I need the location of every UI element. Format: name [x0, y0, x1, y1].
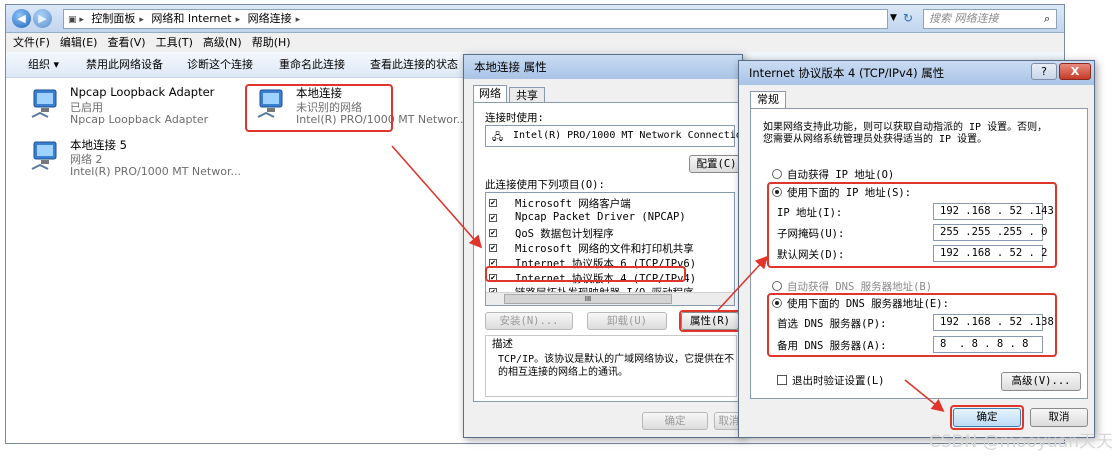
alternate-dns-field[interactable]: 8 . 8 . 8 . 8: [933, 336, 1043, 353]
general-tab-panel: 如果网络支持此功能，则可以获取自动指派的 IP 设置。否则， 您需要从网络系统管…: [750, 108, 1088, 399]
item-label: Microsoft 网络的文件和打印机共享: [515, 243, 694, 255]
validate-label: 退出时验证设置(L): [792, 375, 885, 387]
advanced-button[interactable]: 高级(V)...: [1001, 372, 1081, 391]
checkbox[interactable]: ✔: [489, 229, 497, 237]
ip-address-label: IP 地址(I):: [777, 207, 843, 219]
adapter-device: Intel(R) PRO/1000 MT Networ...: [70, 165, 241, 178]
nic-name: Intel(R) PRO/1000 MT Network Connection: [513, 130, 748, 141]
manual-dns-radio[interactable]: [772, 298, 782, 308]
checkbox[interactable]: ✔: [489, 199, 497, 207]
preferred-dns-label: 首选 DNS 服务器(P):: [777, 318, 887, 330]
folder-icon: ▣ ▸: [68, 15, 84, 25]
auto-ip-label: 自动获得 IP 地址(O): [787, 169, 895, 181]
highlight-box: [245, 84, 393, 132]
tab-network[interactable]: 网络: [473, 85, 507, 102]
ipv4-properties-dialog: Internet 协议版本 4 (TCP/IPv4) 属性 ? X 常规 如果网…: [738, 60, 1095, 438]
network-tab-panel: 连接时使用: 🖧 Intel(R) PRO/1000 MT Network Co…: [473, 102, 748, 402]
nic-box: 🖧 Intel(R) PRO/1000 MT Network Connectio…: [485, 125, 748, 147]
manual-ip-radio[interactable]: [772, 187, 782, 197]
checkbox[interactable]: ✔: [489, 214, 497, 222]
ok-button[interactable]: 确定: [642, 412, 708, 430]
gateway-field[interactable]: 192 .168 . 52 . 2: [933, 245, 1047, 262]
menu-file[interactable]: 文件(F): [13, 36, 50, 49]
item-label: Microsoft 网络客户端: [515, 198, 631, 210]
connect-using-label: 连接时使用:: [485, 112, 544, 124]
checkbox[interactable]: ✔: [489, 244, 497, 252]
network-adapter-icon: [31, 89, 57, 118]
search-input[interactable]: 搜索 网络连接: [923, 9, 1057, 29]
diagnose-button[interactable]: 诊断这个连接: [187, 52, 253, 77]
forward-icon[interactable]: ▶: [33, 9, 52, 28]
description-text-2: 的相互连接的网络上的通讯。: [498, 367, 628, 378]
preferred-dns-field[interactable]: 192 .168 . 52 .138: [933, 314, 1054, 331]
configure-button[interactable]: 配置(C): [689, 155, 744, 173]
view-status-button[interactable]: 查看此连接的状态: [370, 52, 458, 77]
highlight-ipv4: [485, 266, 686, 282]
menu-edit[interactable]: 编辑(E): [60, 36, 98, 49]
adapter-device: Npcap Loopback Adapter: [70, 113, 209, 126]
menu-bar: 文件(F) 编辑(E) 查看(V) 工具(T) 高级(N) 帮助(H): [6, 33, 1064, 52]
list-item[interactable]: ✔ Microsoft 网络的文件和打印机共享: [489, 241, 734, 255]
auto-ip-radio[interactable]: [772, 169, 782, 179]
back-icon[interactable]: ◀: [12, 9, 31, 28]
item-label: Npcap Packet Driver (NPCAP): [515, 211, 686, 223]
highlight-properties: [679, 310, 741, 332]
organize-button[interactable]: 组织 ▾: [28, 52, 59, 77]
menu-view[interactable]: 查看(V): [107, 36, 145, 49]
breadcrumb-item[interactable]: 控制面板: [91, 12, 135, 25]
install-button[interactable]: 安装(N)...: [485, 312, 573, 330]
intro-text-2: 您需要从网络系统管理员处获得适当的 IP 设置。: [763, 134, 988, 145]
subnet-mask-field[interactable]: 255 .255 .255 . 0: [933, 224, 1047, 241]
scroll-thumb[interactable]: III: [504, 294, 672, 304]
breadcrumb-item[interactable]: 网络和 Internet: [151, 12, 231, 25]
auto-dns-radio[interactable]: [772, 281, 782, 291]
tab-general[interactable]: 常规: [750, 91, 786, 108]
address-bar: ◀ ▶ ▣ ▸ 控制面板 ▸ 网络和 Internet ▸ 网络连接 ▸ ▼ ↻ 搜索…: [6, 5, 1064, 33]
close-icon[interactable]: X: [1059, 63, 1091, 80]
breadcrumb[interactable]: ▣ ▸ 控制面板 ▸ 网络和 Internet ▸ 网络连接 ▸: [63, 9, 888, 29]
adapter-npcap[interactable]: Npcap Loopback Adapter 已启用 Npcap Loopbac…: [28, 85, 248, 133]
horizontal-scrollbar[interactable]: III: [486, 292, 734, 305]
manual-dns-label: 使用下面的 DNS 服务器地址(E):: [787, 298, 949, 310]
connection-properties-dialog: 本地连接 属性 网络 共享 连接时使用: 🖧 Intel(R) PRO/1000…: [463, 54, 748, 438]
adapter-local-connection-5[interactable]: 本地连接 5 网络 2 Intel(R) PRO/1000 MT Networ.…: [28, 137, 248, 185]
uninstall-button[interactable]: 卸载(U): [587, 312, 667, 330]
subnet-mask-label: 子网掩码(U):: [777, 228, 845, 240]
menu-help[interactable]: 帮助(H): [252, 36, 291, 49]
rename-button[interactable]: 重命名此连接: [279, 52, 345, 77]
list-item[interactable]: ✔ Microsoft 网络客户端: [489, 196, 734, 210]
nic-icon: 🖧: [492, 132, 504, 143]
gateway-label: 默认网关(D):: [777, 249, 845, 261]
description-group: 描述 TCP/IP。该协议是默认的广域网络协议，它提供在不 的相互连接的网络上的…: [485, 335, 737, 397]
dropdown-icon[interactable]: ▼: [890, 13, 897, 23]
breadcrumb-item[interactable]: 网络连接: [248, 12, 292, 25]
description-label: 描述: [492, 338, 513, 350]
items-list: ✔ Microsoft 网络客户端 ✔ Npcap Packet Driver (N…: [485, 192, 735, 306]
ip-address-field[interactable]: 192 .168 . 52 .143: [933, 203, 1054, 220]
list-item[interactable]: ✔ QoS 数据包计划程序: [489, 226, 734, 240]
items-label: 此连接使用下列项目(O):: [485, 179, 605, 191]
disable-device-button[interactable]: 禁用此网络设备: [86, 52, 163, 77]
adapter-name: Npcap Loopback Adapter: [70, 85, 215, 99]
cancel-button[interactable]: 取消: [1030, 408, 1088, 427]
validate-checkbox[interactable]: [777, 375, 787, 385]
refresh-icon[interactable]: ↻: [903, 11, 913, 25]
chevron-right-icon: ▸: [295, 15, 301, 25]
watermark: CSDN @mooyuan天天: [928, 432, 1113, 452]
network-adapter-icon: [31, 141, 57, 170]
list-item[interactable]: ✔ Npcap Packet Driver (NPCAP): [489, 211, 734, 225]
chevron-right-icon: ▸: [139, 15, 144, 25]
tab-sharing[interactable]: 共享: [509, 87, 545, 102]
menu-advanced[interactable]: 高级(N): [203, 36, 242, 49]
search-icon[interactable]: ⌕: [1044, 12, 1050, 26]
menu-tools[interactable]: 工具(T): [156, 36, 193, 49]
auto-dns-label: 自动获得 DNS 服务器地址(B): [787, 281, 933, 293]
chevron-right-icon: ▸: [235, 15, 241, 25]
help-icon[interactable]: ?: [1031, 63, 1057, 80]
manual-ip-label: 使用下面的 IP 地址(S):: [787, 187, 912, 199]
dialog-title: 本地连接 属性: [464, 55, 742, 79]
alternate-dns-label: 备用 DNS 服务器(A):: [777, 340, 887, 352]
item-label: QoS 数据包计划程序: [515, 228, 614, 240]
